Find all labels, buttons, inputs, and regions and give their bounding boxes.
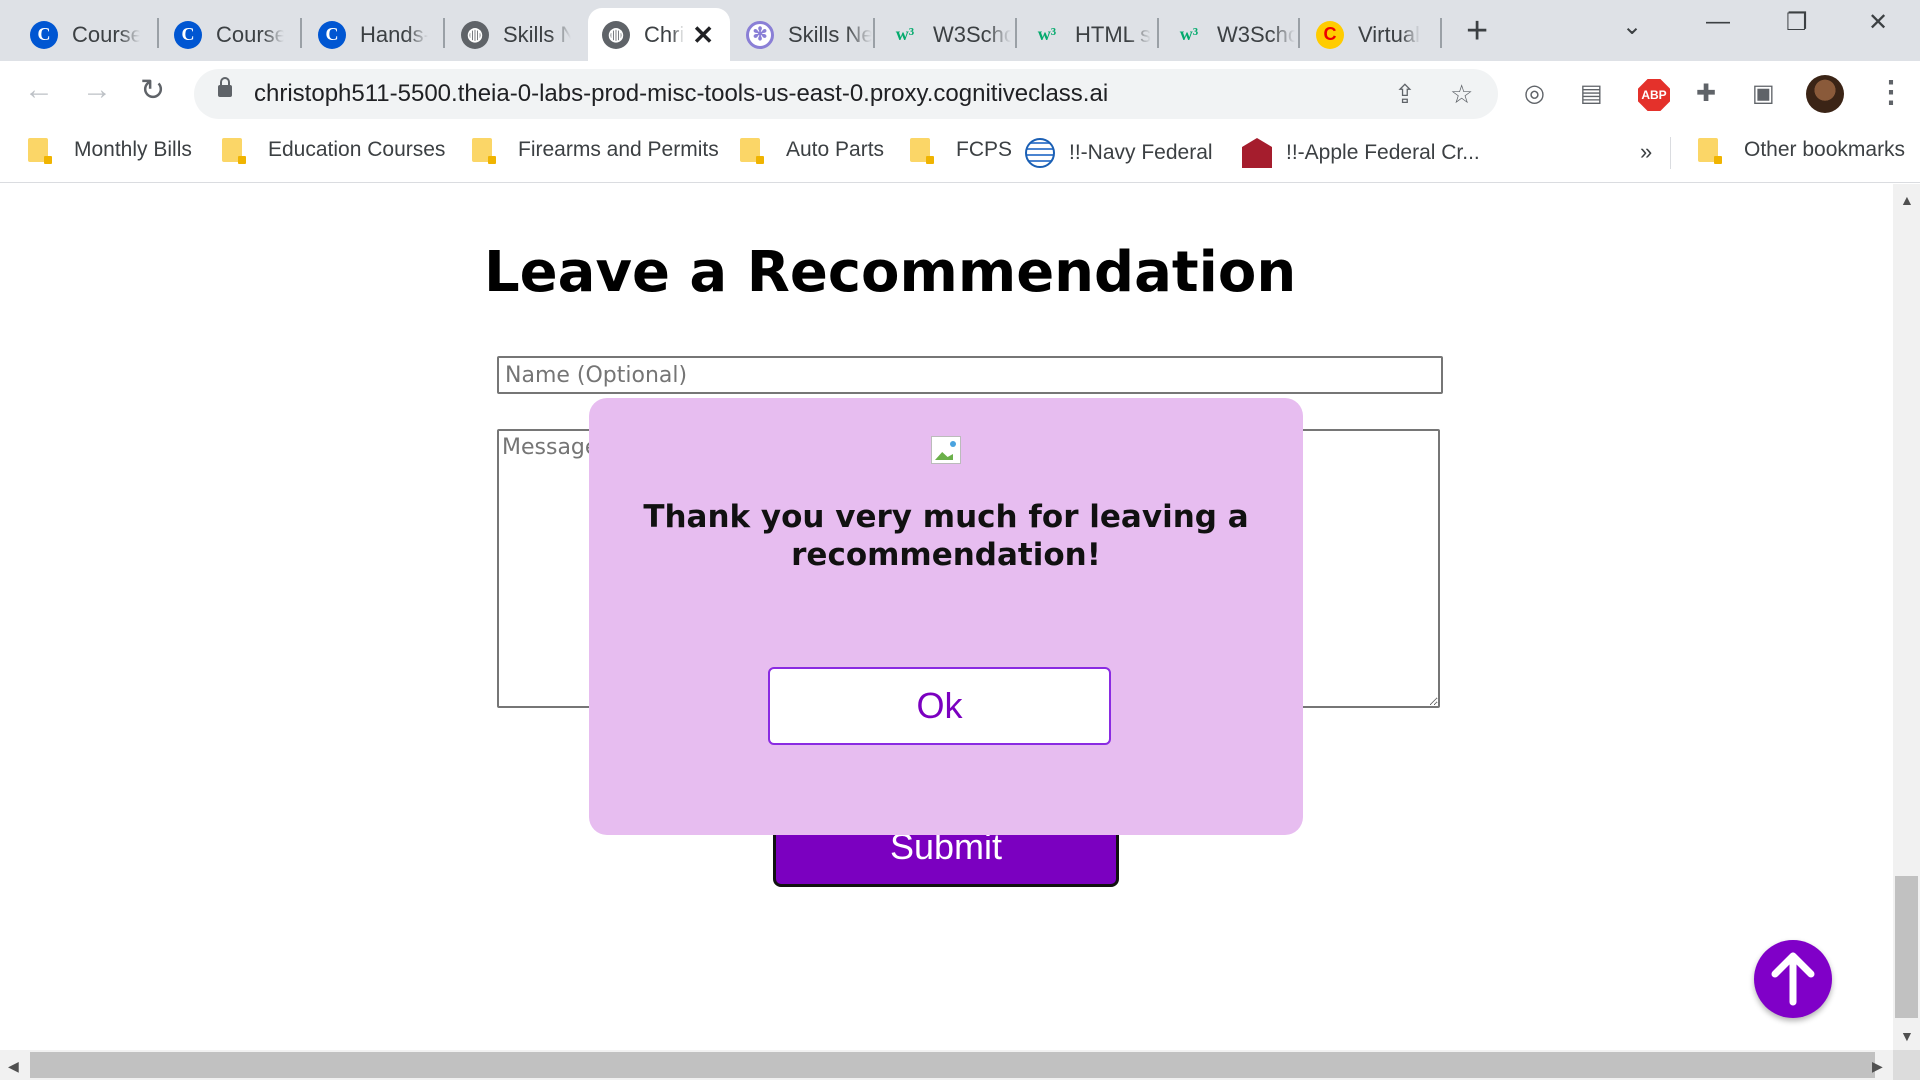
- folder-icon: [740, 138, 764, 164]
- back-icon[interactable]: ←: [24, 73, 54, 107]
- avatar[interactable]: [1806, 75, 1844, 113]
- w3schools-icon: w³: [895, 24, 915, 44]
- tab-hands-on[interactable]: C Hands-on: [304, 8, 428, 61]
- vertical-scrollbar-thumb[interactable]: [1895, 876, 1918, 1018]
- tab-skills-network-2[interactable]: ✻ Skills Network: [732, 8, 872, 61]
- bookmarks-bar: Monthly Bills Education Courses Firearms…: [0, 125, 1920, 183]
- globe-icon: [1025, 138, 1055, 168]
- coursera-icon: C: [30, 20, 58, 49]
- tab-coursera-1[interactable]: C Coursera: [16, 8, 140, 61]
- tab-separator: [443, 18, 445, 48]
- forward-icon[interactable]: →: [82, 73, 112, 107]
- tab-separator: [1157, 18, 1159, 48]
- bookmark-education-courses[interactable]: Education Courses: [222, 138, 445, 164]
- horizontal-scrollbar-thumb[interactable]: [30, 1052, 1875, 1078]
- close-window-icon[interactable]: ✕: [1868, 8, 1888, 37]
- address-bar[interactable]: christoph511-5500.theia-0-labs-prod-misc…: [194, 69, 1498, 119]
- scroll-to-top-button[interactable]: [1754, 940, 1832, 1018]
- bookmark-navy-federal[interactable]: !!-Navy Federal: [1025, 138, 1213, 168]
- name-input[interactable]: [497, 356, 1443, 394]
- tab-strip: C Coursera C Coursera C Hands-on ◍ Skill…: [0, 0, 1920, 61]
- arrow-up-icon: [1771, 952, 1815, 1006]
- extension-headset-icon[interactable]: ◎: [1524, 79, 1545, 108]
- scroll-left-arrow-icon[interactable]: ◀: [8, 1058, 19, 1075]
- tab-search-icon[interactable]: ⌄: [1622, 12, 1642, 41]
- globe-icon: ◍: [602, 20, 630, 49]
- scroll-down-arrow-icon[interactable]: ▼: [1900, 1028, 1914, 1044]
- folder-icon: [472, 138, 496, 164]
- folder-icon: [1698, 138, 1722, 164]
- divider: [1670, 137, 1671, 169]
- coursera-icon: C: [174, 20, 202, 49]
- w3schools-icon: w³: [1179, 24, 1199, 44]
- page-title: Leave a Recommendation: [484, 240, 1297, 305]
- folder-icon: [28, 138, 52, 164]
- folder-icon: [222, 138, 246, 164]
- tab-coursera-2[interactable]: C Coursera: [160, 8, 284, 61]
- new-tab-icon[interactable]: +: [1466, 10, 1488, 53]
- tab-separator: [157, 18, 159, 48]
- bookmark-fcps[interactable]: FCPS: [910, 138, 1012, 164]
- ok-button[interactable]: Ok: [768, 667, 1111, 745]
- skills-network-icon: ✻: [746, 20, 774, 49]
- globe-icon: ◍: [461, 20, 489, 49]
- tab-w3schools-2[interactable]: w³ W3Schools: [1161, 8, 1295, 61]
- extensions-puzzle-icon[interactable]: ✚: [1696, 79, 1716, 108]
- apple-federal-icon: [1242, 138, 1272, 168]
- tab-separator: [1015, 18, 1017, 48]
- bookmark-monthly-bills[interactable]: Monthly Bills: [28, 138, 192, 164]
- bookmarks-overflow-icon[interactable]: »: [1640, 139, 1652, 165]
- restore-icon[interactable]: ❐: [1786, 8, 1808, 37]
- share-icon[interactable]: ⇪: [1394, 79, 1416, 110]
- modal-message: Thank you very much for leaving a recomm…: [643, 499, 1249, 573]
- broken-image-icon: [931, 436, 961, 464]
- minimize-icon[interactable]: —: [1706, 8, 1730, 36]
- thank-you-modal: Thank you very much for leaving a recomm…: [589, 398, 1303, 835]
- scroll-up-arrow-icon[interactable]: ▲: [1900, 192, 1914, 208]
- coursera-icon: C: [318, 20, 346, 49]
- scrollbar-corner: [1893, 1050, 1920, 1080]
- tab-skills-network-1[interactable]: ◍ Skills Network: [447, 8, 571, 61]
- tab-separator: [1440, 18, 1442, 48]
- scroll-right-arrow-icon[interactable]: ▶: [1872, 1058, 1883, 1075]
- w3schools-icon: w³: [1037, 24, 1057, 44]
- url-text[interactable]: christoph511-5500.theia-0-labs-prod-misc…: [254, 80, 1108, 108]
- tab-html[interactable]: w³ HTML s: [1019, 8, 1153, 61]
- bookmark-auto-parts[interactable]: Auto Parts: [740, 138, 884, 164]
- menu-icon[interactable]: ⋮: [1876, 75, 1906, 110]
- tab-separator: [1298, 18, 1300, 48]
- extension-card-icon[interactable]: ▤: [1580, 79, 1603, 108]
- tab-w3schools-1[interactable]: w³ W3Schools: [877, 8, 1011, 61]
- bookmark-firearms-permits[interactable]: Firearms and Permits: [472, 138, 719, 164]
- tab-separator: [300, 18, 302, 48]
- virtual-icon: C: [1316, 20, 1344, 49]
- close-tab-icon[interactable]: ✕: [692, 20, 714, 51]
- tab-virtual[interactable]: C Virtual: [1302, 8, 1436, 61]
- adblock-icon[interactable]: ABP: [1638, 79, 1670, 111]
- bookmark-star-icon[interactable]: ☆: [1450, 79, 1473, 110]
- tab-separator: [873, 18, 875, 48]
- side-panel-icon[interactable]: ▣: [1752, 79, 1775, 108]
- lock-icon: [218, 77, 232, 97]
- reload-icon[interactable]: ↻: [140, 73, 165, 108]
- folder-icon: [910, 138, 934, 164]
- tab-christoph-active[interactable]: ◍ Christoph ✕: [588, 8, 730, 61]
- browser-toolbar: ← → ↻ christoph511-5500.theia-0-labs-pro…: [0, 61, 1920, 125]
- bookmark-apple-federal[interactable]: !!-Apple Federal Cr...: [1242, 138, 1480, 168]
- page-content: Leave a Recommendation Submit Thank you …: [0, 184, 1893, 1050]
- bookmark-other[interactable]: Other bookmarks: [1698, 138, 1905, 164]
